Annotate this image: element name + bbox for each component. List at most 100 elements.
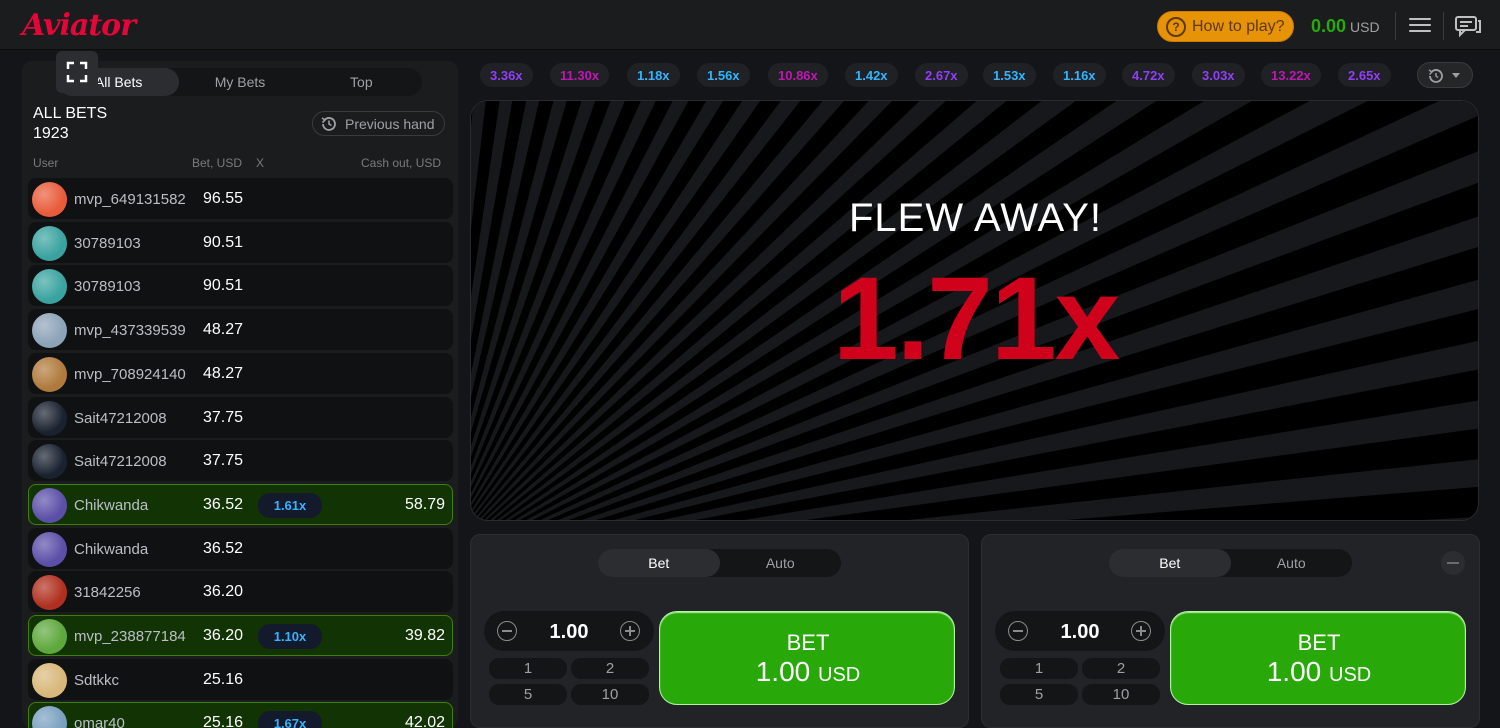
bet-amount-stepper: 1.00 — [995, 611, 1165, 651]
bet-panel: Bet Auto 1.00 1 2 5 10 BET 1.00 USD — [470, 534, 969, 728]
bet-amount: 37.75 — [203, 452, 244, 470]
bet-row: Sdtkkc 25.16 — [28, 658, 453, 700]
tab-bet[interactable]: Bet — [1109, 549, 1231, 577]
bet-user: 31842256 — [74, 584, 141, 602]
bet-button-label: BET — [786, 630, 830, 655]
remove-panel-button[interactable] — [1441, 551, 1465, 575]
tab-my-bets[interactable]: My Bets — [179, 68, 300, 96]
quick-amount-button[interactable]: 2 — [571, 658, 649, 679]
bet-amount: 37.75 — [203, 408, 244, 426]
history-multiplier[interactable]: 10.86x — [768, 63, 828, 87]
history-multiplier[interactable]: 2.67x — [915, 63, 968, 87]
history-multiplier[interactable]: 3.36x — [480, 63, 533, 87]
bet-row: Chikwanda 36.52 1.61x 58.79 — [28, 483, 453, 525]
col-user: User — [33, 156, 59, 170]
previous-hand-button[interactable]: Previous hand — [312, 111, 445, 136]
increase-amount-button[interactable] — [620, 621, 640, 641]
bet-row: mvp_238877184 36.20 1.10x 39.82 — [28, 615, 453, 656]
history-multiplier[interactable]: 11.30x — [550, 63, 610, 87]
cashout-multiplier: 1.67x — [258, 711, 322, 728]
bets-tabs: All Bets My Bets Top — [58, 68, 422, 96]
bet-row: mvp_649131582 96.55 — [28, 178, 453, 219]
bet-amount: 36.52 — [203, 539, 244, 557]
bet-user: Sait47212008 — [74, 453, 167, 471]
game-canvas: FLEW AWAY! 1.71x — [470, 100, 1479, 521]
quick-amount-button[interactable]: 2 — [1082, 658, 1160, 679]
bet-button-currency: USD — [1329, 664, 1372, 686]
col-bet: Bet, USD — [192, 156, 243, 170]
menu-icon[interactable] — [1407, 14, 1433, 38]
tab-bet[interactable]: Bet — [598, 549, 720, 577]
bet-mode-tabs: Bet Auto — [1109, 549, 1352, 577]
how-to-play-button[interactable]: ? How to play? — [1157, 11, 1294, 42]
avatar — [32, 531, 67, 567]
balance: 0.00 USD — [1311, 16, 1380, 37]
bet-amount-stepper: 1.00 — [484, 611, 654, 651]
previous-hand-label: Previous hand — [345, 115, 435, 132]
fullscreen-icon[interactable] — [56, 51, 98, 93]
bet-row: 30789103 90.51 — [28, 221, 453, 263]
bet-row: 31842256 36.20 — [28, 571, 453, 613]
bet-row: mvp_708924140 48.27 — [28, 352, 453, 394]
bet-user: Sdtkkc — [74, 671, 120, 689]
history-multiplier[interactable]: 1.42x — [845, 63, 898, 87]
divider — [1443, 12, 1444, 40]
history-multiplier[interactable]: 1.16x — [1053, 63, 1106, 87]
aviator-logo: Aviator — [22, 8, 136, 43]
tab-auto[interactable]: Auto — [1231, 549, 1353, 577]
history-multiplier[interactable]: 3.03x — [1192, 63, 1245, 87]
quick-amount-button[interactable]: 1 — [1000, 658, 1078, 679]
bet-user: Chikwanda — [74, 496, 149, 514]
bet-row: omar40 25.16 1.67x 42.02 — [28, 702, 453, 728]
quick-amount-button[interactable]: 5 — [1000, 684, 1078, 705]
bet-mode-tabs: Bet Auto — [598, 549, 841, 577]
bet-button-amount-line: 1.00 USD — [1171, 656, 1467, 688]
bet-button-label: BET — [1297, 630, 1341, 655]
avatar — [32, 444, 67, 480]
quick-amount-button[interactable]: 10 — [1082, 684, 1160, 705]
quick-amount-button[interactable]: 10 — [571, 684, 649, 705]
place-bet-button[interactable]: BET 1.00 USD — [659, 611, 955, 705]
chat-icon[interactable] — [1454, 14, 1482, 38]
avatar — [32, 575, 67, 611]
col-x: X — [256, 156, 265, 170]
bet-row: Chikwanda 36.52 — [28, 527, 453, 569]
avatar — [32, 313, 67, 349]
tab-top[interactable]: Top — [301, 68, 422, 96]
history-toggle-button[interactable] — [1417, 62, 1473, 88]
history-icon — [321, 116, 336, 131]
bet-amount: 90.51 — [203, 233, 244, 251]
history-multiplier[interactable]: 13.22x — [1261, 63, 1321, 87]
avatar — [32, 400, 67, 436]
bet-row: Sait47212008 37.75 — [28, 396, 453, 438]
history-multiplier[interactable]: 1.53x — [983, 63, 1036, 87]
avatar — [32, 182, 67, 217]
how-to-play-label: How to play? — [1192, 17, 1285, 35]
cashout-multiplier: 1.10x — [258, 624, 322, 649]
history-multiplier[interactable]: 1.18x — [627, 63, 680, 87]
bet-amount: 48.27 — [203, 321, 244, 339]
history-multiplier[interactable]: 2.65x — [1338, 63, 1391, 87]
bet-user: Chikwanda — [74, 540, 149, 558]
bet-user: omar40 — [74, 715, 125, 728]
bet-amount: 25.16 — [203, 714, 244, 728]
aviator-app: Aviator ? How to play? 0.00 USD All Bets … — [0, 0, 1500, 728]
avatar — [32, 662, 67, 698]
all-bets-count: 1923 — [33, 125, 69, 142]
increase-amount-button[interactable] — [1131, 621, 1151, 641]
all-bets-title: ALL BETS — [33, 105, 108, 122]
avatar — [32, 619, 67, 654]
history-multiplier[interactable]: 4.72x — [1122, 63, 1175, 87]
place-bet-button[interactable]: BET 1.00 USD — [1170, 611, 1466, 705]
quick-amount-button[interactable]: 5 — [489, 684, 567, 705]
crash-multiplier: 1.71x — [832, 253, 1120, 385]
cashout-amount: 39.82 — [404, 627, 445, 644]
tab-auto[interactable]: Auto — [720, 549, 842, 577]
bet-user: mvp_649131582 — [74, 191, 186, 208]
history-multiplier[interactable]: 1.56x — [697, 63, 750, 87]
cashout-amount: 58.79 — [404, 495, 445, 513]
bet-button-amount: 1.00 — [1266, 656, 1322, 687]
quick-amount-button[interactable]: 1 — [489, 658, 567, 679]
bet-user: Sait47212008 — [74, 409, 167, 427]
bet-user: 30789103 — [74, 234, 141, 252]
